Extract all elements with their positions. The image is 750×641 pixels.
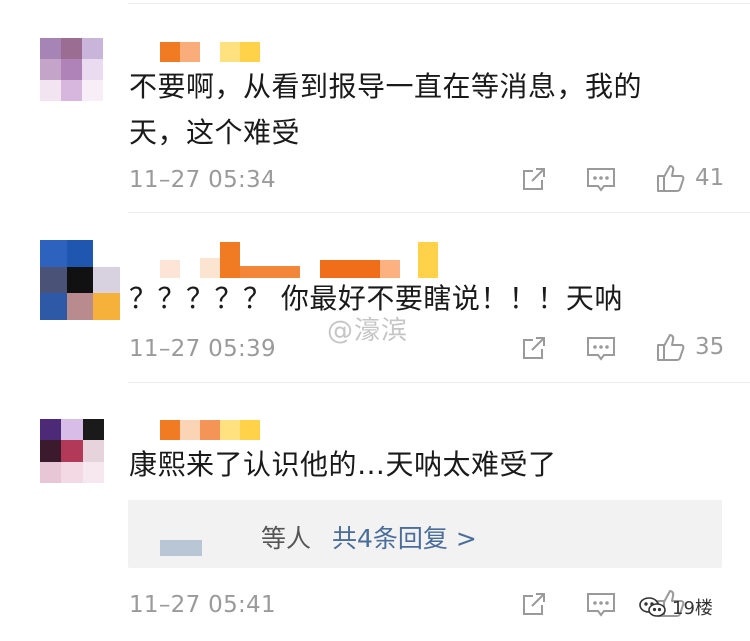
reply-prefix: 等人: [261, 524, 312, 553]
username-pixelated[interactable]: [160, 420, 260, 440]
comment-thread: 不要啊，从看到报导一直在等消息，我的天，这个难受 11–27 05:34 41: [0, 0, 750, 641]
watermark-text: @濠滨: [327, 316, 409, 346]
thumbs-up-icon: [657, 165, 685, 192]
comment-text: 康熙来了认识他的…天呐太难受了: [129, 448, 557, 481]
comment-icon: [587, 337, 615, 361]
share-icon: [523, 337, 545, 359]
like-count: 41: [695, 165, 725, 191]
like-button[interactable]: 41: [655, 162, 724, 194]
comment-button[interactable]: [585, 166, 617, 194]
like-count: 35: [695, 334, 725, 360]
comment-text: ？？？？？ 你最好不要瞎说！！！天呐: [129, 282, 623, 315]
share-button[interactable]: [520, 165, 548, 193]
divider: [128, 382, 750, 383]
share-icon: [523, 168, 545, 190]
thumbs-up-icon: [657, 334, 685, 361]
source-logo-text: 19楼: [672, 598, 713, 619]
comment-icon: [587, 168, 615, 192]
username-pixelated[interactable]: [160, 42, 260, 62]
like-button[interactable]: 35: [655, 331, 724, 363]
comment-button[interactable]: [585, 591, 617, 619]
share-button[interactable]: [520, 590, 548, 618]
divider: [128, 3, 750, 4]
share-icon: [523, 593, 545, 615]
avatar[interactable]: [40, 38, 103, 101]
comment-timestamp: 11–27 05:39: [129, 336, 276, 362]
reply-username-pixelated: [160, 540, 202, 556]
comment-button[interactable]: [585, 335, 617, 363]
share-button[interactable]: [520, 334, 548, 362]
wechat-icon: [639, 597, 666, 617]
comment-icon: [587, 593, 615, 617]
comment-timestamp: 11–27 05:34: [129, 167, 276, 193]
avatar[interactable]: [40, 419, 104, 483]
source-logo: 19楼: [638, 594, 713, 620]
avatar[interactable]: [40, 240, 120, 320]
divider: [128, 212, 750, 213]
comment-text: 不要啊，从看到报导一直在等消息，我的天，这个难受: [129, 70, 643, 149]
username-pixelated[interactable]: [160, 242, 438, 278]
comment-timestamp: 11–27 05:41: [129, 592, 276, 618]
view-replies-link[interactable]: 共4条回复 >: [332, 519, 477, 555]
